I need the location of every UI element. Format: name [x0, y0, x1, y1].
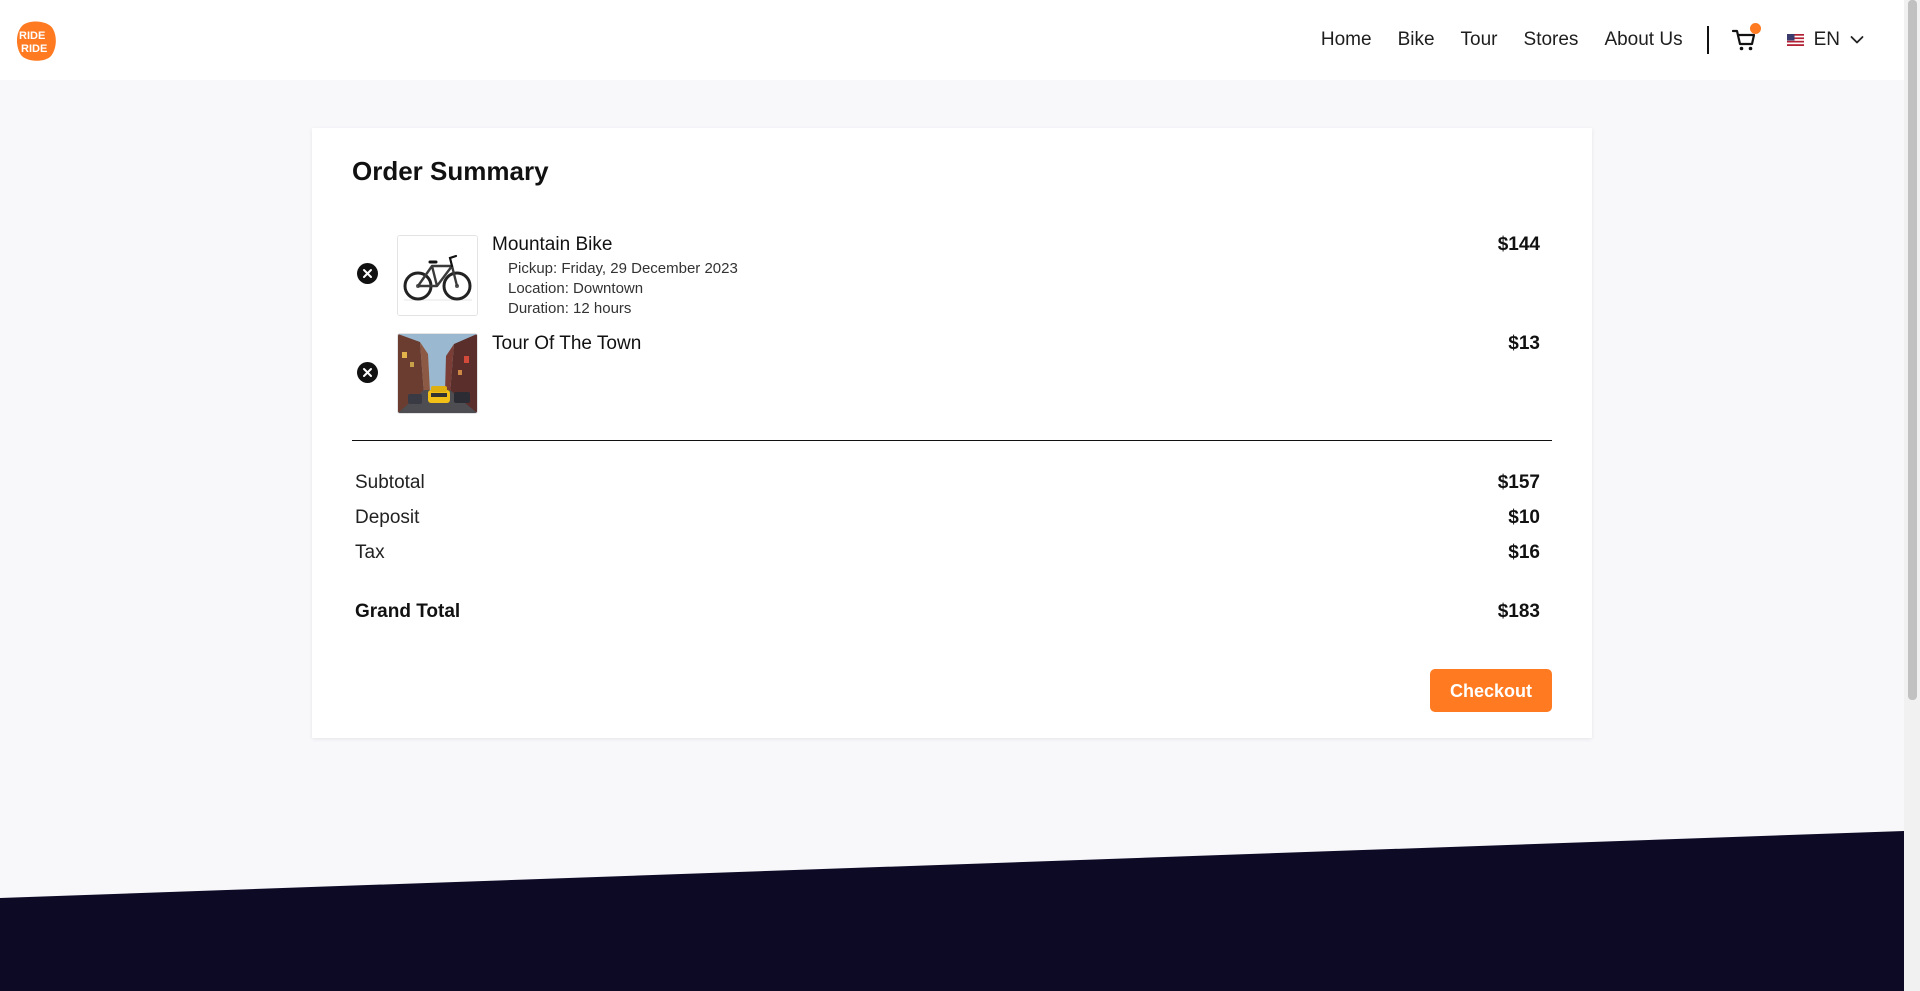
cart-badge	[1749, 23, 1761, 34]
nav-bike[interactable]: Bike	[1398, 29, 1435, 51]
remove-item-button[interactable]	[357, 263, 378, 284]
item-pickup: Pickup: Friday, 29 December 2023	[508, 260, 738, 277]
nav-home[interactable]: Home	[1321, 29, 1372, 51]
cart-item: Tour Of The Town $13	[352, 333, 1552, 414]
svg-text:RIDE: RIDE	[21, 43, 47, 55]
close-icon	[363, 368, 372, 377]
nav-divider	[1706, 26, 1709, 54]
mountain-bike-image	[397, 235, 478, 316]
subtotal-value: $157	[1497, 472, 1540, 493]
nav-stores[interactable]: Stores	[1524, 29, 1579, 51]
us-flag-icon	[1786, 34, 1804, 46]
language-label: EN	[1813, 29, 1840, 50]
order-summary-card: Order Summary Mountain Bike Pickup: Frid…	[312, 128, 1592, 738]
tour-of-the-town-image	[397, 333, 478, 414]
site-header: RIDE RIDE Home Bike Tour Stores About Us	[0, 0, 1904, 80]
item-price: $144	[1497, 234, 1540, 255]
tax-label: Tax	[355, 542, 385, 563]
cart-item: Mountain Bike Pickup: Friday, 29 Decembe…	[352, 234, 1552, 318]
deposit-label: Deposit	[355, 507, 420, 528]
nav-tour[interactable]: Tour	[1461, 29, 1498, 51]
city-street-image	[398, 334, 477, 413]
ride-ride-logo[interactable]: RIDE RIDE	[15, 21, 57, 61]
chevron-down-icon	[1850, 36, 1864, 44]
scrollbar-thumb[interactable]	[1908, 0, 1917, 700]
footer-background	[0, 831, 1904, 991]
grand-total-value: $183	[1497, 601, 1540, 622]
item-location: Location: Downtown	[508, 280, 644, 297]
item-duration: Duration: 12 hours	[508, 300, 632, 317]
main-nav: Home Bike Tour Stores About Us EN	[1295, 0, 1864, 80]
svg-text:RIDE: RIDE	[19, 30, 45, 42]
nav-about-us[interactable]: About Us	[1604, 29, 1682, 51]
remove-item-button[interactable]	[357, 362, 378, 383]
cart-button[interactable]	[1731, 23, 1761, 53]
close-icon	[363, 269, 372, 278]
summary-divider	[352, 440, 1552, 441]
subtotal-label: Subtotal	[355, 472, 425, 493]
page-title: Order Summary	[352, 156, 549, 186]
language-selector[interactable]: EN	[1786, 29, 1864, 51]
page-scrollbar[interactable]	[1904, 0, 1920, 991]
deposit-value: $10	[1508, 507, 1540, 528]
item-price: $13	[1508, 333, 1540, 354]
tax-value: $16	[1508, 542, 1540, 563]
grand-total-label: Grand Total	[355, 601, 461, 622]
bicycle-icon	[398, 236, 477, 315]
item-name: Mountain Bike	[492, 234, 613, 255]
checkout-button[interactable]: Checkout	[1430, 669, 1552, 712]
item-name: Tour Of The Town	[492, 333, 642, 354]
